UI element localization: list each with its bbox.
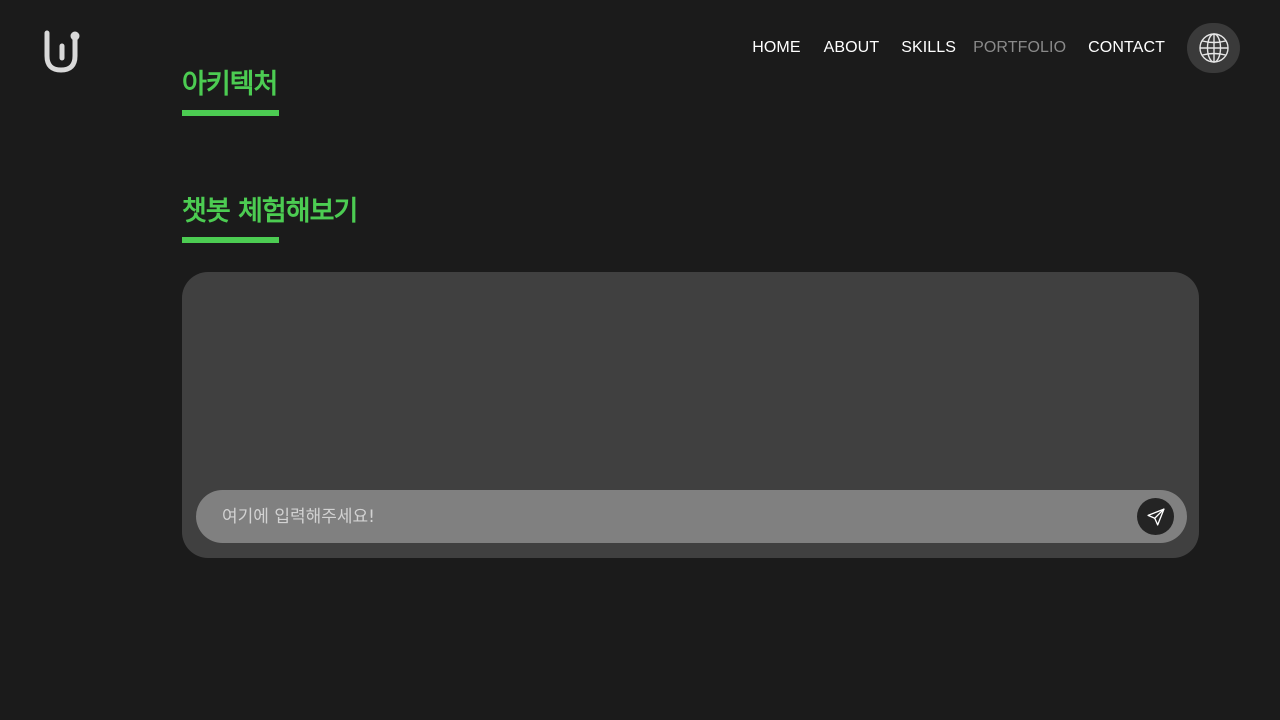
send-icon — [1146, 507, 1165, 526]
site-logo[interactable] — [42, 28, 82, 74]
chatbot-section-title: 챗봇 체험해보기 — [182, 196, 358, 227]
page: HOME ABOUT SKILLS PORTFOLIO CONTACT 아키텍처… — [0, 0, 1280, 720]
language-button[interactable] — [1187, 23, 1240, 73]
architecture-title-underline — [182, 110, 279, 116]
globe-icon — [1198, 33, 1229, 63]
main-nav: HOME ABOUT SKILLS PORTFOLIO CONTACT — [752, 22, 1240, 74]
architecture-section-title: 아키텍처 — [182, 69, 278, 100]
nav-skills-link[interactable]: SKILLS — [901, 39, 956, 57]
uj-logo-icon — [44, 30, 80, 73]
chatbot-panel — [182, 272, 1199, 558]
chatbot-title-underline — [182, 237, 279, 243]
chat-input-bar — [196, 490, 1187, 543]
nav-home-link[interactable]: HOME — [752, 39, 800, 57]
send-button[interactable] — [1137, 498, 1174, 535]
nav-contact-link[interactable]: CONTACT — [1088, 39, 1165, 57]
chat-message-input[interactable] — [222, 490, 1122, 543]
nav-about-link[interactable]: ABOUT — [824, 39, 880, 57]
nav-portfolio-link[interactable]: PORTFOLIO — [973, 39, 1066, 57]
